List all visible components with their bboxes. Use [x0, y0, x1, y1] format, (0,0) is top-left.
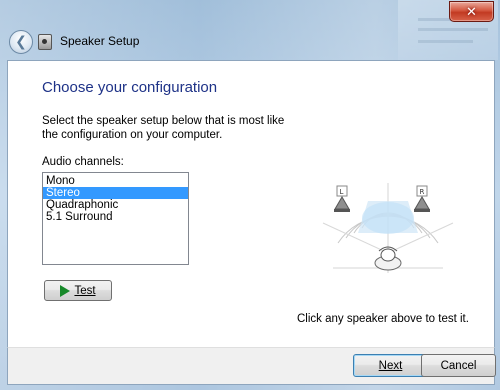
window-frame: ✕ ❮ Speaker Setup Choose your configurat… — [0, 0, 500, 390]
list-item-stereo[interactable]: Stereo — [43, 187, 188, 199]
hint-text: Click any speaker above to test it. — [297, 313, 469, 325]
test-button[interactable]: Test — [44, 280, 112, 301]
right-speaker-icon[interactable]: R — [414, 185, 430, 212]
listener-icon — [374, 246, 402, 271]
back-arrow-icon: ❮ — [15, 33, 27, 49]
next-button[interactable]: Next — [353, 354, 428, 377]
list-item-quadraphonic[interactable]: Quadraphonic — [43, 199, 188, 211]
speaker-setup-icon — [38, 34, 52, 50]
audio-channels-label: Audio channels: — [42, 156, 124, 168]
cancel-button[interactable]: Cancel — [421, 354, 496, 377]
list-item-mono[interactable]: Mono — [43, 175, 188, 187]
test-button-label: Test — [74, 284, 96, 297]
close-button[interactable]: ✕ — [449, 1, 494, 22]
list-item-5-1-surround[interactable]: 5.1 Surround — [43, 211, 188, 223]
back-button[interactable]: ❮ — [9, 30, 33, 54]
play-icon — [60, 284, 71, 297]
client-area: Choose your configuration Select the spe… — [7, 60, 495, 348]
instructions-text: Select the speaker setup below that is m… — [42, 115, 285, 141]
page-title: Choose your configuration — [42, 79, 218, 96]
left-speaker-icon[interactable]: L — [334, 185, 350, 212]
button-bar: Next Cancel — [7, 347, 496, 385]
left-speaker-label: L — [340, 188, 344, 196]
window-title: Speaker Setup — [60, 34, 140, 48]
close-icon: ✕ — [466, 3, 477, 19]
right-speaker-label: R — [420, 188, 425, 196]
speaker-diagram: L R — [322, 183, 454, 273]
audio-channels-listbox[interactable]: Mono Stereo Quadraphonic 5.1 Surround — [42, 172, 189, 265]
